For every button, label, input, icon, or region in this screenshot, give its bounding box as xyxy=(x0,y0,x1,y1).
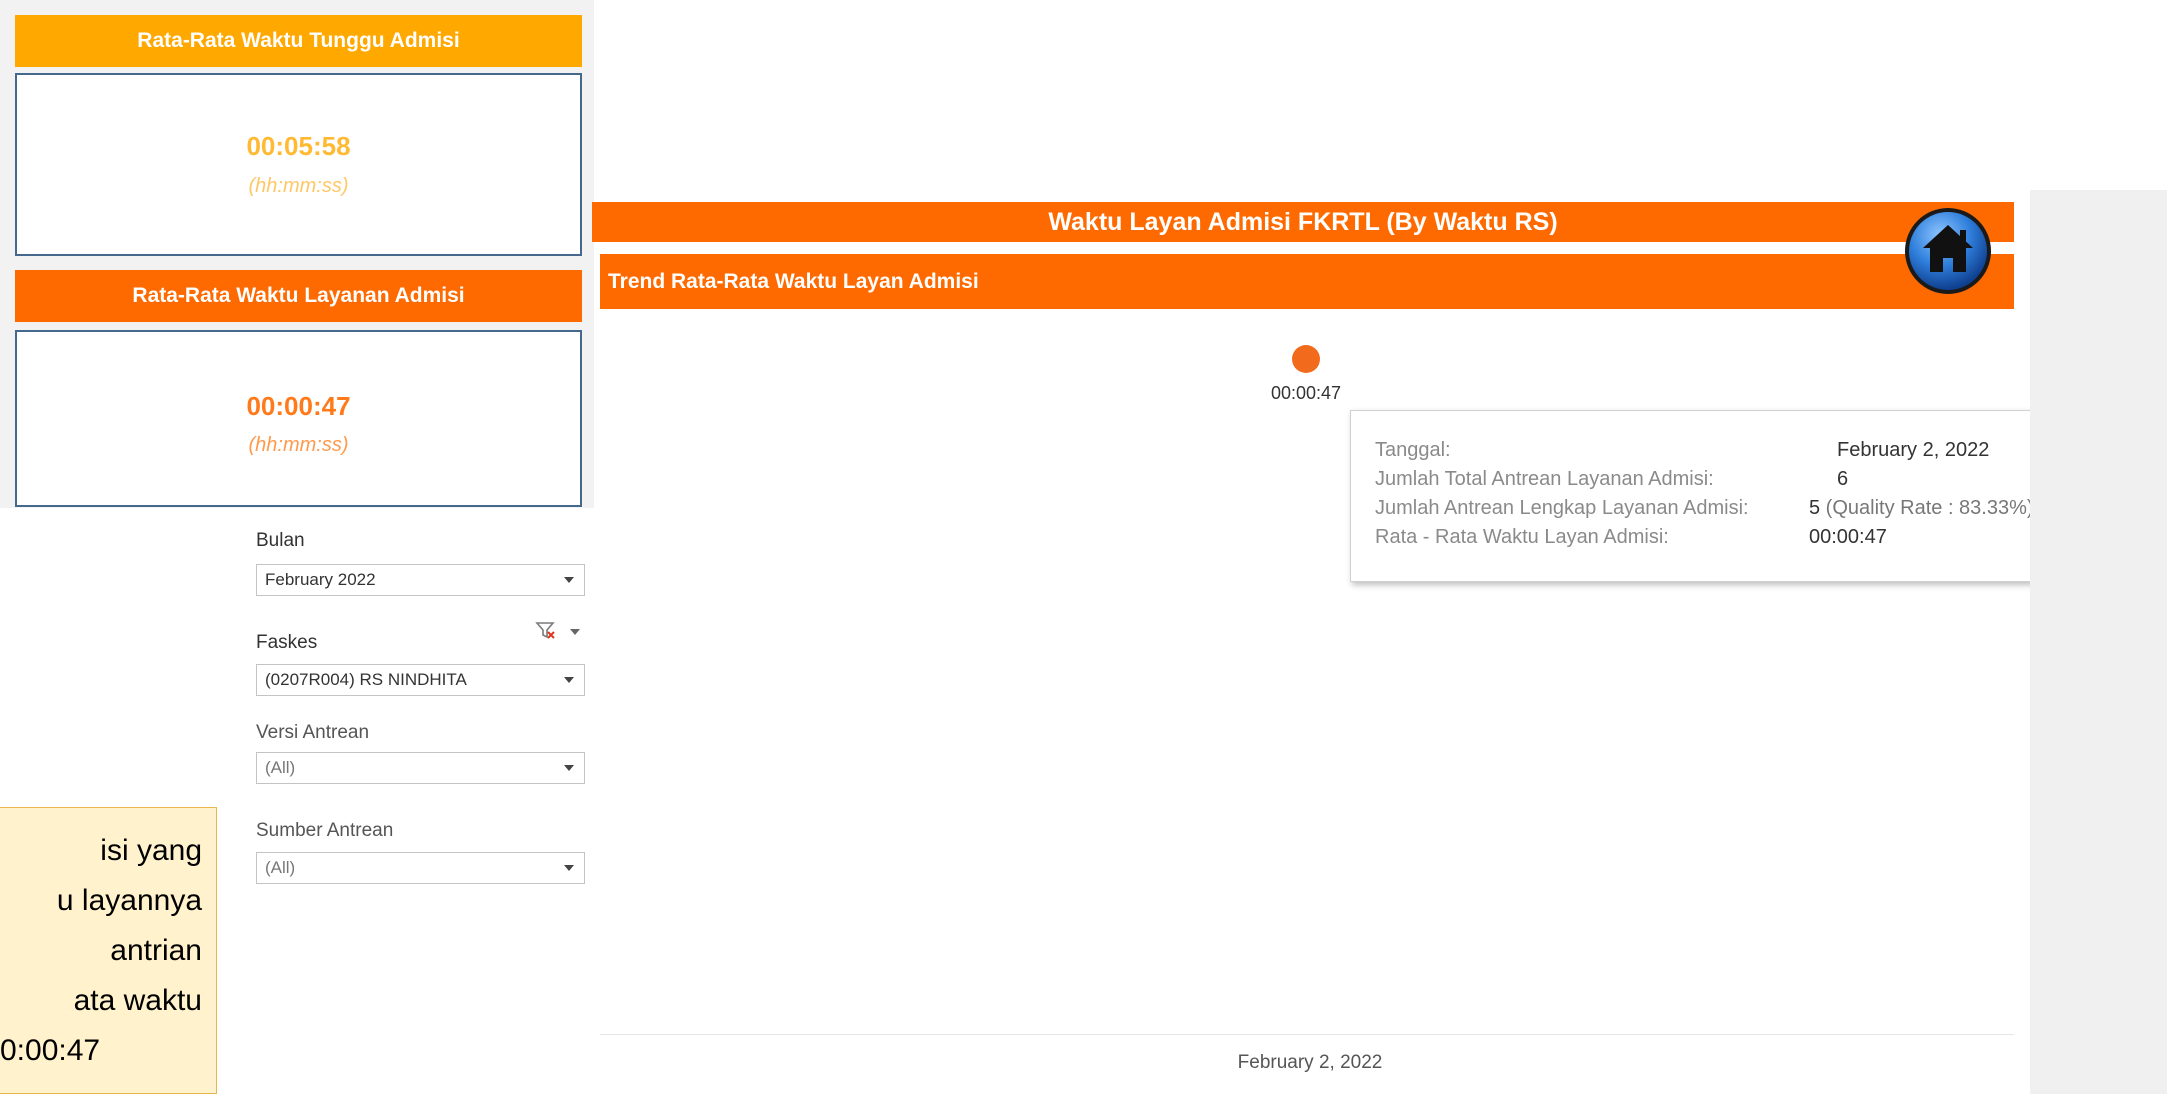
tooltip-key-lengkap: Jumlah Antrean Lengkap Layanan Admisi: xyxy=(1375,497,1749,519)
data-point[interactable] xyxy=(1292,345,1320,373)
faskes-dropdown[interactable]: (0207R004) RS NINDHITA xyxy=(256,664,585,696)
service-time-header: Rata-Rata Waktu Layanan Admisi xyxy=(15,270,582,322)
tooltip-value-tanggal: February 2, 2022 xyxy=(1837,439,1989,462)
chevron-down-icon xyxy=(564,865,574,871)
tooltip-value-rata: 00:00:47 xyxy=(1809,526,1887,549)
chevron-down-icon xyxy=(564,765,574,771)
tooltip-value: 00:00:47 xyxy=(1809,526,1887,548)
wait-time-value: 00:05:58 xyxy=(246,131,351,161)
chevron-down-icon xyxy=(564,677,574,683)
wait-time-unit: (hh:mm:ss) xyxy=(248,175,349,197)
versi-dropdown[interactable]: (All) xyxy=(256,752,585,784)
chevron-down-icon xyxy=(564,577,574,583)
tooltip-value-total: 6 xyxy=(1837,468,1848,491)
note-line: 0:00:47 xyxy=(0,1034,101,1067)
sumber-label: Sumber Antrean xyxy=(256,820,394,841)
bulan-dropdown[interactable]: February 2022 xyxy=(256,564,585,596)
note-line: antrian xyxy=(110,934,202,967)
service-time-value: 00:00:47 xyxy=(246,391,351,421)
wait-time-header: Rata-Rata Waktu Tunggu Admisi xyxy=(15,15,582,67)
data-tooltip: Tanggal: February 2, 2022 Jumlah Total A… xyxy=(1350,410,2100,582)
tooltip-key-tanggal: Tanggal: xyxy=(1375,439,1451,461)
x-tick-label: February 2, 2022 xyxy=(1237,1052,1383,1073)
bulan-label: Bulan xyxy=(256,530,305,551)
service-time-card: 00:00:47 (hh:mm:ss) xyxy=(15,330,582,507)
versi-value: (All) xyxy=(265,758,296,777)
sumber-value: (All) xyxy=(265,858,296,877)
tooltip-value: 6 xyxy=(1837,468,1849,490)
versi-label: Versi Antrean xyxy=(256,722,370,743)
tooltip-value-lengkap: 5 (Quality Rate : 83.33%) xyxy=(1809,497,2034,520)
note-line: ata waktu xyxy=(73,984,202,1017)
service-time-unit: (hh:mm:ss) xyxy=(248,434,349,456)
bulan-value: February 2022 xyxy=(265,570,376,589)
tooltip-key-rata: Rata - Rata Waktu Layan Admisi: xyxy=(1375,526,1669,548)
data-label: 00:00:47 xyxy=(1270,383,1342,403)
annotation-note: isi yang u layannya antrian ata waktu 0:… xyxy=(0,807,217,1094)
faskes-filter-tools[interactable] xyxy=(535,619,585,643)
tooltip-value: February 2, 2022 xyxy=(1837,439,1990,461)
tooltip-key-total: Jumlah Total Antrean Layanan Admisi: xyxy=(1375,468,1714,490)
clear-filter-icon[interactable] xyxy=(535,619,585,643)
faskes-value: (0207R004) RS NINDHITA xyxy=(265,670,467,689)
note-line: isi yang xyxy=(100,834,202,867)
home-button[interactable] xyxy=(1903,206,1993,296)
x-axis-line xyxy=(600,1034,2014,1035)
dashboard: Rata-Rata Waktu Tunggu Admisi 00:05:58 (… xyxy=(0,0,2167,1094)
sumber-dropdown[interactable]: (All) xyxy=(256,852,585,884)
wait-time-card: 00:05:58 (hh:mm:ss) xyxy=(15,73,582,256)
note-line: u layannya xyxy=(56,884,202,917)
tooltip-value: 5 xyxy=(1809,497,1821,519)
faskes-label: Faskes xyxy=(256,632,318,653)
quality-rate: (Quality Rate : 83.33%) xyxy=(1820,497,2034,519)
home-icon xyxy=(1905,208,1991,294)
trend-chart-title: Trend Rata-Rata Waktu Layan Admisi xyxy=(600,254,2014,309)
main-chart-header: Waktu Layan Admisi FKRTL (By Waktu RS) xyxy=(592,202,2014,242)
side-panel xyxy=(2030,190,2167,1094)
